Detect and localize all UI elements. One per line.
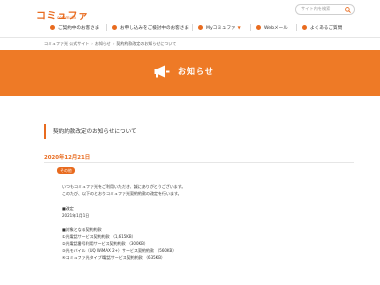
body-line-item-1[interactable]: ①光電話サービス契約約款 （1,615KB） — [62, 234, 136, 240]
header-divider — [0, 37, 380, 38]
nav-item-my-commufa[interactable]: Myコミュファ ▼ — [192, 21, 250, 34]
nav-item-label: ご契約中のお客さま — [58, 25, 100, 31]
user-icon — [112, 25, 117, 30]
body-line-item-2[interactable]: ②光電話番号利用サービス契約約款 （300KB） — [62, 241, 148, 247]
body-line-item-3[interactable]: ③光モバイル（UQ WiMAX 2+）サービス契約約款 （560KB） — [62, 248, 176, 254]
body-line-item-4[interactable]: ④コミュファ光タイプⅠ電話サービス契約約款 （635KB） — [62, 255, 165, 261]
gear-icon — [198, 25, 203, 30]
article-date: 2020年12月21日 — [44, 155, 91, 161]
nav-item-current-customers[interactable]: ご契約中のお客さま — [44, 21, 106, 34]
page-banner: お知らせ — [0, 50, 380, 96]
question-icon — [302, 25, 307, 30]
breadcrumb-current: 契約約款改定のお知らせについて — [116, 41, 177, 46]
breadcrumb-link-home[interactable]: コミュファ光 公式サイト — [44, 41, 89, 46]
article-title-box: 契約約款改定のお知らせについて — [44, 124, 354, 139]
breadcrumb-separator: › — [91, 41, 93, 46]
user-icon — [50, 25, 55, 30]
banner-heading: お知らせ — [154, 65, 214, 78]
main-nav: ご契約中のお客さま お申し込みをご検討中のお客さま Myコミュファ ▼ Webメ… — [44, 21, 354, 34]
breadcrumb: コミュファ光 公式サイト › お知らせ › 契約約款改定のお知らせについて — [44, 41, 176, 47]
nav-item-label: よくあるご質問 — [310, 25, 343, 31]
category-badge: その他 — [57, 167, 75, 174]
search-placeholder: サイト内を検索 — [301, 6, 331, 11]
site-header: コミュファ commufa サイト内を検索 ご契約中のお客さま お申し込みをご検… — [0, 0, 380, 38]
search-icon[interactable] — [345, 7, 351, 13]
breadcrumb-link-news[interactable]: お知らせ — [95, 41, 111, 46]
megaphone-icon — [154, 65, 170, 78]
body-line-target-heading: ■対象となる契約約款 — [62, 227, 102, 232]
nav-item-webmail[interactable]: Webメール — [250, 21, 296, 34]
date-divider — [44, 162, 354, 163]
page-title: お知らせ — [178, 67, 214, 76]
body-line-revision-date: 2021年1月1日 — [62, 213, 90, 218]
search-input[interactable]: サイト内を検索 — [295, 4, 355, 15]
nav-item-prospective-customers[interactable]: お申し込みをご検討中のお客さま — [106, 21, 192, 34]
breadcrumb-separator: › — [112, 41, 115, 46]
body-line-revision-heading: ■改定 — [62, 206, 74, 211]
body-line-1: いつもコミュファ光をご利用いただき、誠にありがとうございます。 — [62, 184, 186, 189]
mail-icon — [256, 25, 261, 30]
nav-item-faq[interactable]: よくあるご質問 — [296, 21, 354, 34]
body-line-2: このたび、以下のとおりコミュファ光契約約款の改定を行います。 — [62, 191, 182, 196]
logo-subtext: commufa — [57, 15, 76, 20]
chevron-down-icon: ▼ — [237, 25, 241, 30]
article-title: 契約約款改定のお知らせについて — [53, 129, 137, 135]
nav-item-label: Myコミュファ — [206, 25, 236, 31]
nav-item-label: Webメール — [264, 25, 288, 31]
nav-item-label: お申し込みをご検討中のお客さま — [120, 25, 189, 31]
